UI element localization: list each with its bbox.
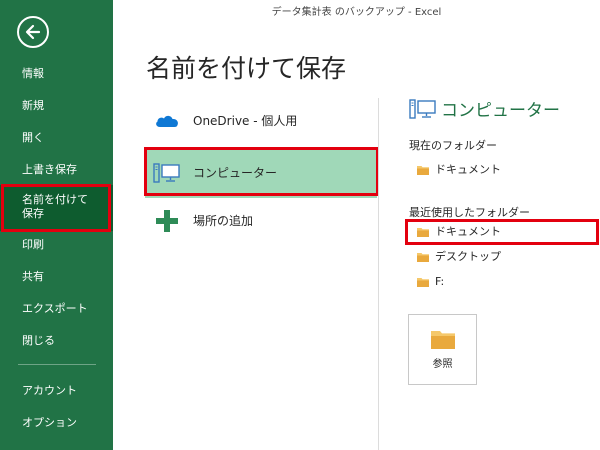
nav-item-info[interactable]: 情報 <box>0 60 113 88</box>
place-add-location[interactable]: 場所の追加 <box>145 196 377 246</box>
back-button[interactable] <box>17 16 49 48</box>
nav-item-print[interactable]: 印刷 <box>0 231 113 259</box>
folder-icon <box>417 166 429 175</box>
nav-item-new[interactable]: 新規 <box>0 92 113 120</box>
nav-divider <box>18 364 96 365</box>
computer-icon <box>409 99 436 119</box>
folder-label: ドキュメント <box>435 225 501 238</box>
plus-icon <box>156 210 178 232</box>
folder-icon <box>417 253 429 262</box>
nav-item-open[interactable]: 開く <box>0 124 113 152</box>
window-title: データ集計表 のバックアップ - Excel <box>271 7 442 18</box>
folder-label: ドキュメント <box>435 163 501 176</box>
place-label: コンピューター <box>193 166 278 180</box>
recent-folders-heading: 最近使用したフォルダー <box>409 206 530 219</box>
cloud-icon <box>156 115 178 127</box>
nav-item-save-as[interactable]: 名前を付けて 保存 <box>0 185 113 231</box>
recent-folder-item[interactable]: デスクトップ <box>409 246 599 268</box>
computer-icon <box>153 163 180 183</box>
folder-label: デスクトップ <box>435 250 501 263</box>
recent-folder-item[interactable]: F: <box>409 271 599 293</box>
nav-item-close[interactable]: 閉じる <box>0 327 113 355</box>
current-folder-item[interactable]: ドキュメント <box>409 159 599 181</box>
folder-icon <box>417 278 429 287</box>
folder-label: F: <box>435 275 445 288</box>
backstage-nav: 情報 新規 開く 上書き保存 名前を付けて 保存 印刷 共有 エクスポート 閉じ… <box>0 0 113 450</box>
folder-icon <box>417 228 429 237</box>
page-title: 名前を付けて保存 <box>146 54 347 83</box>
place-onedrive[interactable]: OneDrive - 個人用 <box>145 96 377 146</box>
place-label: OneDrive - 個人用 <box>193 114 298 128</box>
nav-item-options[interactable]: オプション <box>0 409 113 437</box>
browse-button[interactable]: 参照 <box>408 314 477 385</box>
nav-item-export[interactable]: エクスポート <box>0 295 113 323</box>
recent-folder-item[interactable]: ドキュメント <box>409 221 599 243</box>
nav-item-save[interactable]: 上書き保存 <box>0 156 113 184</box>
current-folder-heading: 現在のフォルダー <box>409 139 497 152</box>
place-computer[interactable]: コンピューター <box>145 148 377 198</box>
nav-item-share[interactable]: 共有 <box>0 263 113 291</box>
pane-divider <box>378 98 379 450</box>
folder-icon <box>431 331 455 349</box>
place-label: 場所の追加 <box>193 214 254 228</box>
browse-label: 参照 <box>432 359 453 370</box>
back-arrow-icon <box>25 24 41 40</box>
nav-item-account[interactable]: アカウント <box>0 377 113 405</box>
detail-title: コンピューター <box>441 101 560 121</box>
